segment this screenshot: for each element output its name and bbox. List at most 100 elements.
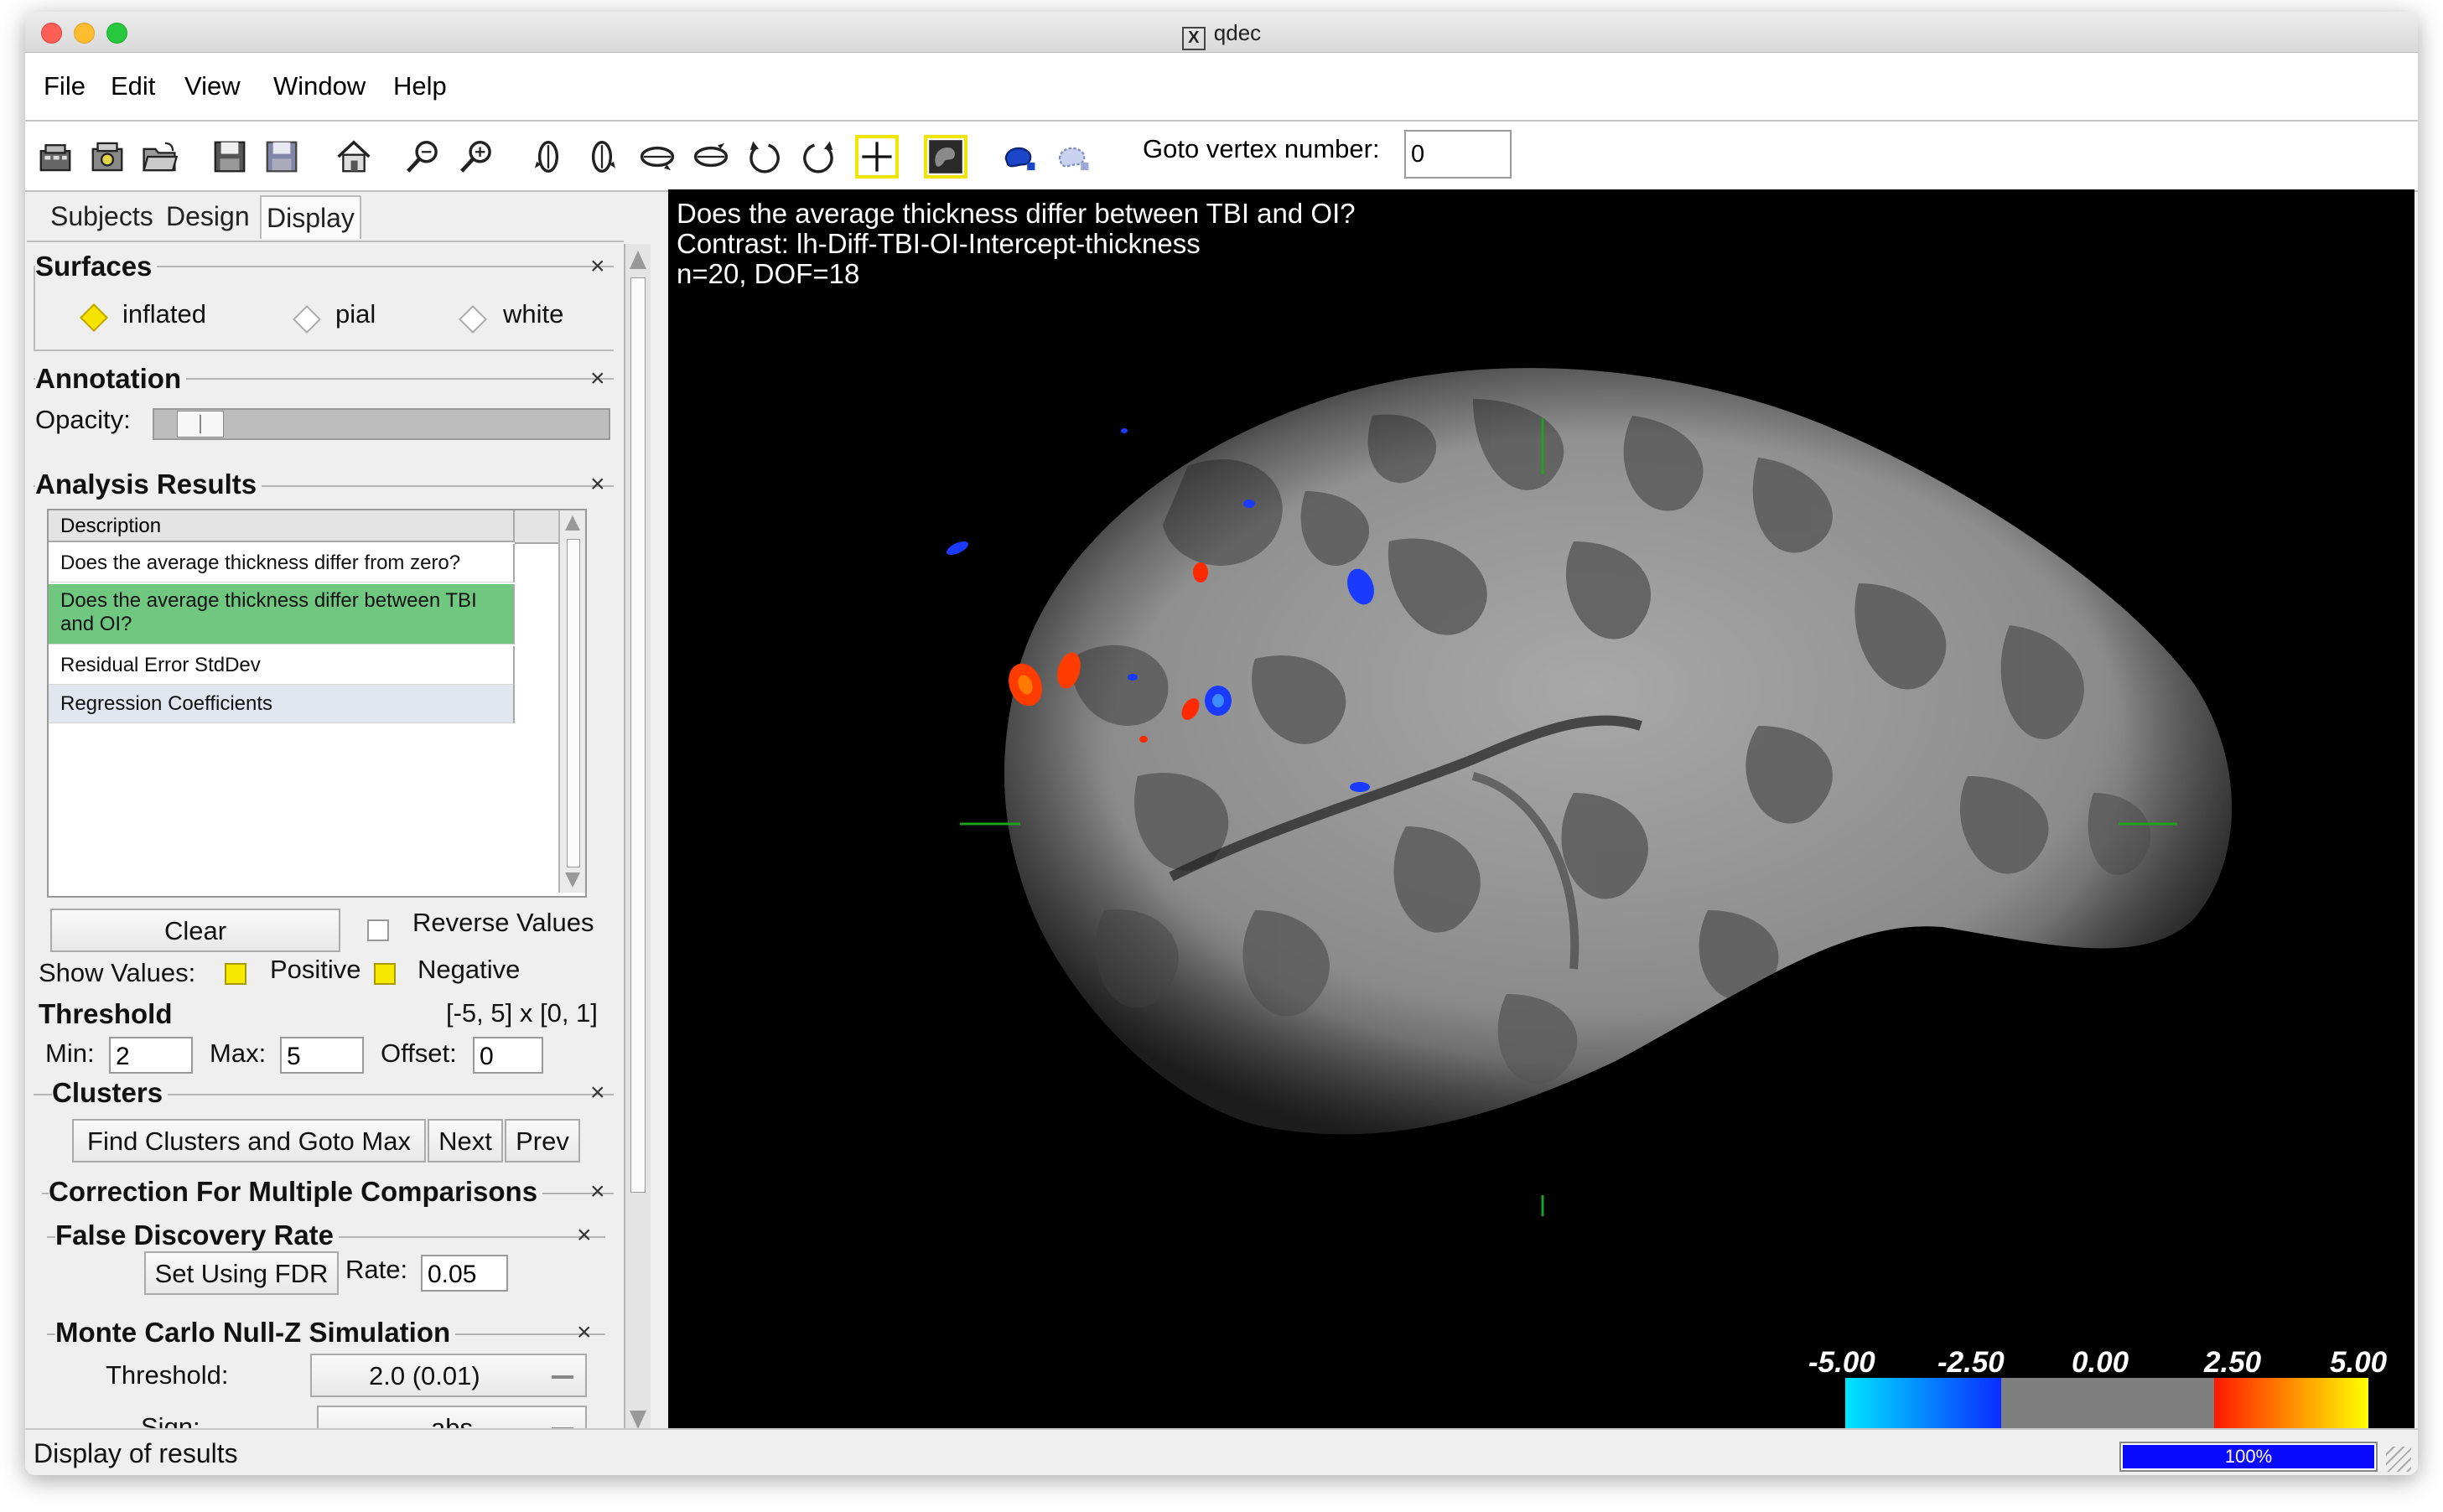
max-label: Max:	[210, 1038, 267, 1068]
colorbar-positive	[2214, 1378, 2368, 1428]
surface-white-radio[interactable]	[459, 305, 487, 334]
show-values-label: Show Values:	[39, 958, 196, 987]
find-clusters-button[interactable]: Find Clusters and Goto Max	[72, 1119, 426, 1162]
annotation-close-icon[interactable]: ×	[590, 365, 605, 393]
open-folder-icon[interactable]	[139, 137, 179, 177]
resize-grip-icon[interactable]	[2386, 1447, 2411, 1472]
positive-checkbox[interactable]	[225, 963, 246, 985]
list-scrollbar[interactable]	[558, 510, 585, 893]
brain-view-icon[interactable]	[924, 135, 967, 179]
fdr-rate-input[interactable]: 0.05	[421, 1255, 508, 1292]
rotate-up-icon[interactable]	[691, 137, 731, 177]
surface-inflated-radio[interactable]	[80, 303, 108, 332]
menu-view[interactable]: View	[184, 71, 241, 101]
scroll-up-icon[interactable]	[630, 251, 646, 269]
positive-cluster	[1193, 562, 1208, 583]
negative-cluster	[1121, 428, 1128, 433]
negative-cluster	[1128, 674, 1138, 681]
correction-close-icon[interactable]: ×	[590, 1178, 605, 1206]
brain-render	[947, 368, 2368, 1428]
save-icon[interactable]	[210, 137, 250, 177]
surface-pial-radio[interactable]	[293, 305, 321, 334]
left-panel: Subjects Design Display Surfaces × infla…	[27, 192, 656, 1449]
surfaces-close-icon[interactable]: ×	[590, 252, 605, 281]
next-cluster-button[interactable]: Next	[428, 1119, 503, 1162]
x11-icon: X	[1181, 27, 1206, 50]
tab-design[interactable]: Design	[166, 195, 250, 237]
prev-cluster-button[interactable]: Prev	[505, 1119, 580, 1162]
list-header-description[interactable]: Description	[49, 510, 515, 542]
opacity-slider[interactable]	[153, 408, 610, 440]
tab-display[interactable]: Display	[260, 195, 361, 239]
scroll-down-icon[interactable]	[630, 1411, 646, 1429]
fdr-close-icon[interactable]: ×	[577, 1221, 592, 1250]
progress-text: 100%	[2224, 1446, 2273, 1467]
menu-edit[interactable]: Edit	[111, 71, 155, 101]
cursor-crosshair-icon[interactable]	[855, 135, 899, 179]
zoom-in-icon[interactable]	[456, 137, 496, 177]
surface-view-3d[interactable]: Does the average thickness differ betwee…	[668, 189, 2414, 1428]
select-label-icon[interactable]	[999, 137, 1040, 177]
analysis-close-icon[interactable]: ×	[590, 470, 605, 499]
fdr-title: False Discovery Rate	[55, 1219, 340, 1251]
clear-button[interactable]: Clear	[50, 909, 340, 952]
annotation-title: Annotation	[35, 363, 187, 395]
mc-threshold-select[interactable]: 2.0 (0.01)	[310, 1354, 587, 1397]
scroll-up-icon[interactable]	[565, 515, 580, 531]
list-item[interactable]: Residual Error StdDev	[49, 646, 515, 685]
mc-threshold-value: 2.0 (0.01)	[369, 1361, 480, 1390]
reverse-values-label: Reverse Values	[412, 908, 594, 937]
rate-label: Rate:	[345, 1255, 408, 1284]
opacity-slider-handle[interactable]	[177, 411, 224, 438]
app-window: Xqdec File Edit View Window Help Goto ve…	[25, 12, 2418, 1475]
load-subjects-icon[interactable]	[35, 137, 75, 177]
surface-white-label: white	[503, 299, 564, 329]
negative-checkbox[interactable]	[374, 963, 396, 985]
list-item-selected[interactable]: Does the average thickness differ betwee…	[49, 584, 515, 645]
save-as-icon[interactable]	[262, 137, 302, 177]
tab-subjects[interactable]: Subjects	[50, 195, 153, 237]
rotate-ccw-icon[interactable]	[744, 137, 785, 177]
threshold-min-input[interactable]: 2	[109, 1037, 193, 1074]
zoom-out-icon[interactable]	[402, 137, 443, 177]
list-scroll-thumb[interactable]	[567, 539, 580, 867]
goto-vertex-label: Goto vertex number:	[1143, 134, 1380, 163]
goto-vertex-input[interactable]: 0	[1404, 130, 1512, 179]
threshold-offset-input[interactable]: 0	[473, 1037, 543, 1074]
colorbar-label: -5.00	[1808, 1346, 1875, 1379]
deselect-label-icon[interactable]	[1053, 137, 1093, 177]
colorbar-label: 0.00	[2072, 1346, 2129, 1379]
home-icon[interactable]	[334, 137, 374, 177]
clusters-close-icon[interactable]: ×	[590, 1079, 605, 1107]
negative-cluster	[1212, 694, 1224, 707]
menu-window[interactable]: Window	[273, 71, 366, 101]
threshold-range: [-5, 5] x [0, 1]	[446, 998, 598, 1028]
rotate-cw-icon[interactable]	[798, 137, 838, 177]
rotate-down-icon[interactable]	[637, 137, 677, 177]
panel-scroll-thumb[interactable]	[630, 277, 646, 1193]
negative-cluster	[1243, 500, 1255, 508]
menu-file[interactable]: File	[44, 71, 86, 101]
brain-edge-shade	[1004, 368, 2232, 1135]
status-text: Display of results	[34, 1438, 238, 1468]
monte-carlo-title: Monte Carlo Null-Z Simulation	[55, 1317, 456, 1349]
monte-carlo-close-icon[interactable]: ×	[577, 1318, 592, 1347]
threshold-max-input[interactable]: 5	[280, 1037, 364, 1074]
menu-help[interactable]: Help	[393, 71, 447, 101]
threshold-title: Threshold	[39, 998, 178, 1030]
set-using-fdr-button[interactable]: Set Using FDR	[144, 1251, 339, 1295]
list-item[interactable]: Regression Coefficients	[49, 685, 515, 723]
reverse-values-checkbox[interactable]	[367, 919, 389, 941]
dropdown-indicator-icon	[552, 1375, 573, 1379]
analysis-results-list: Description Does the average thickness d…	[47, 509, 587, 898]
scroll-down-icon[interactable]	[565, 873, 580, 888]
progress-bar: 100%	[2119, 1442, 2378, 1472]
list-item[interactable]: Does the average thickness differ from z…	[49, 544, 515, 583]
rotate-left-icon[interactable]	[528, 137, 568, 177]
panel-scrollbar[interactable]	[624, 244, 651, 1437]
load-data-icon[interactable]	[87, 137, 127, 177]
window-title: Xqdec	[25, 20, 2418, 50]
toolbar: Goto vertex number: 0	[25, 122, 2418, 192]
rotate-right-icon[interactable]	[582, 137, 622, 177]
clusters-title: Clusters	[52, 1077, 169, 1109]
